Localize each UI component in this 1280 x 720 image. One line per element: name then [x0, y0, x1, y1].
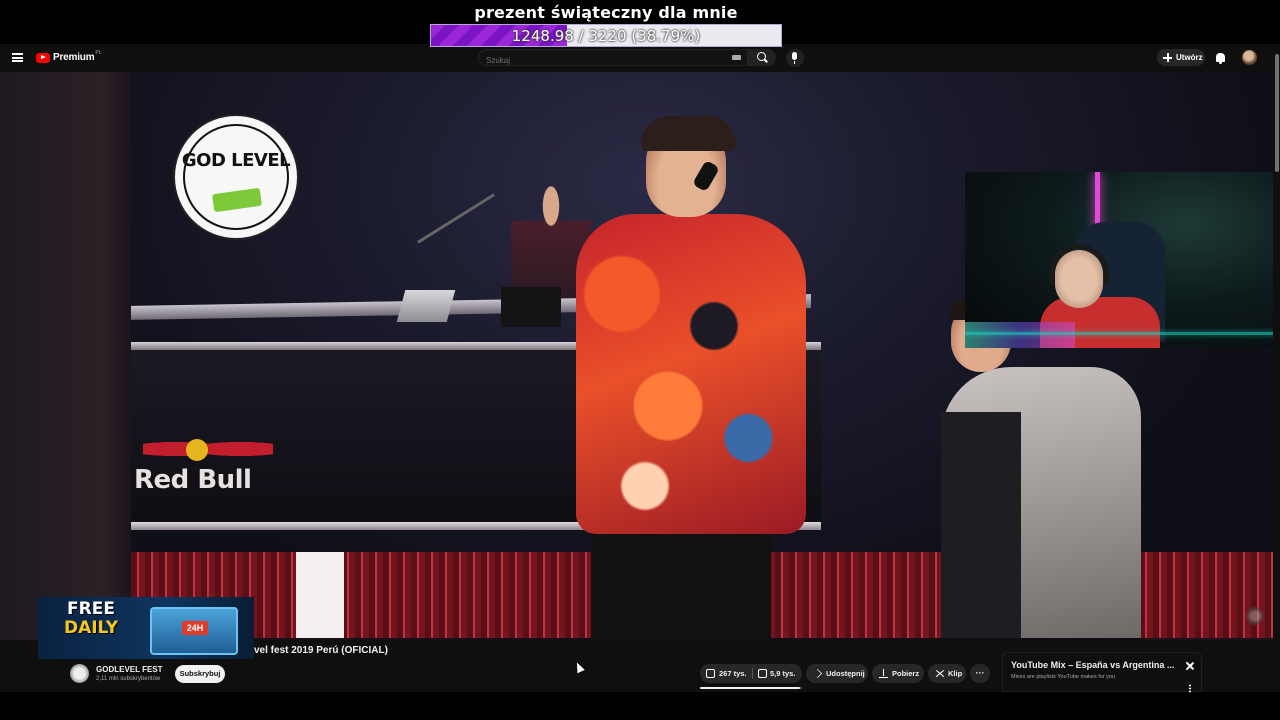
subscriber-count: 2,11 mln subskrybentów	[96, 676, 161, 682]
more-vertical-icon[interactable]	[1189, 684, 1191, 693]
like-ratio-bar	[700, 687, 802, 689]
scrollbar-thumb[interactable]	[1275, 54, 1279, 172]
channel-name[interactable]: GODLEVEL FEST	[96, 665, 163, 674]
search-button[interactable]	[748, 49, 776, 66]
thumb-down-icon	[758, 669, 767, 678]
voice-search-button[interactable]	[786, 49, 804, 67]
promo-badge: 24H	[182, 621, 208, 635]
channel-watermark-icon[interactable]	[1246, 607, 1264, 625]
search-icon	[757, 52, 766, 61]
promo-text: FREE DAILY	[46, 600, 136, 638]
clip-button[interactable]: Klip	[928, 664, 966, 683]
red-bull-sun-logo	[186, 439, 208, 461]
mic-stand	[417, 193, 495, 244]
case-icon: 24H	[150, 607, 238, 655]
subscribe-button[interactable]: Subskrybuj	[175, 665, 225, 683]
performer-hair	[641, 116, 736, 151]
dislike-count: 5,9 tys.	[770, 669, 796, 678]
mix-subtitle: Mixes are playlists YouTube makes for yo…	[1011, 674, 1116, 680]
close-icon[interactable]	[1185, 661, 1195, 671]
download-button[interactable]: Pobierz	[872, 664, 924, 683]
streamer-webcam	[965, 172, 1280, 348]
promo-banner: FREE DAILY 24H	[38, 597, 254, 659]
video-player[interactable]: Red Bull	[131, 72, 1273, 638]
like-count: 267 tys.	[719, 669, 747, 678]
create-label: Utwórz	[1176, 53, 1203, 62]
menu-icon[interactable]	[12, 53, 23, 62]
performer-pants	[591, 522, 771, 638]
youtube-play-icon	[36, 52, 50, 63]
more-actions-button[interactable]: ···	[970, 664, 990, 683]
share-icon	[813, 669, 822, 678]
like-button[interactable]: 267 tys.	[700, 664, 752, 683]
mix-playlist-panel[interactable]: YouTube Mix – España vs Argentina ... Mi…	[1002, 652, 1202, 693]
donation-goal-overlay: prezent świąteczny dla mnie 1248.98 / 32…	[430, 2, 782, 48]
video-title: vel fest 2019 Perú (OFICIAL)	[254, 645, 388, 656]
performer-figure	[561, 116, 811, 638]
thumb-up-icon	[706, 669, 715, 678]
create-button[interactable]: Utwórz	[1157, 49, 1205, 66]
led-screen-highlight	[296, 552, 344, 638]
rapper-vest	[941, 412, 1021, 638]
share-label: Udostępnij	[826, 669, 865, 678]
like-ratio-fill	[700, 687, 800, 689]
clip-label: Klip	[948, 669, 963, 678]
sponsor-logo-text: Red Bull	[134, 465, 252, 495]
user-avatar[interactable]	[1242, 50, 1257, 65]
dislike-button[interactable]: 5,9 tys.	[753, 664, 802, 683]
laptop	[396, 290, 456, 322]
logo-ring	[183, 124, 289, 230]
goal-progress-bar: 1248.98 / 3220 (38.79%)	[430, 24, 782, 47]
led-strip	[965, 332, 1280, 335]
performer-shirt	[576, 214, 806, 534]
scissors-icon	[935, 669, 944, 678]
scrollbar[interactable]	[1273, 44, 1280, 692]
goal-progress-text: 1248.98 / 3220 (38.79%)	[511, 27, 701, 45]
red-bull-bulls-logo	[143, 435, 273, 463]
plus-icon	[1163, 53, 1172, 62]
download-icon	[879, 669, 888, 679]
notifications-bell-icon[interactable]	[1216, 53, 1225, 64]
god-level-logo: GOD LEVEL	[173, 114, 299, 240]
download-label: Pobierz	[892, 669, 920, 678]
logo-text: GOD LEVEL	[181, 150, 291, 171]
promo-line2: DAILY	[63, 618, 119, 638]
rgb-keyboard	[965, 322, 1075, 348]
logo-region: PL	[95, 49, 102, 56]
search-input[interactable]	[479, 53, 719, 68]
top-header: Premium PL Utwórz	[0, 44, 1280, 72]
microphone-icon	[792, 52, 797, 64]
laptop	[501, 287, 561, 327]
youtube-logo[interactable]: Premium PL	[36, 49, 102, 63]
second-rapper-figure	[941, 298, 1141, 638]
keyboard-icon[interactable]	[732, 55, 741, 60]
mix-title: YouTube Mix – España vs Argentina ...	[1011, 660, 1175, 670]
search-box	[478, 49, 748, 68]
channel-avatar[interactable]	[70, 664, 89, 683]
promo-line1: FREE	[67, 599, 115, 619]
like-dislike-group: 267 tys. 5,9 tys.	[700, 664, 802, 683]
logo-label: Premium	[53, 52, 95, 63]
goal-title: prezent świąteczny dla mnie	[474, 3, 738, 22]
share-button[interactable]: Udostępnij	[806, 664, 868, 683]
